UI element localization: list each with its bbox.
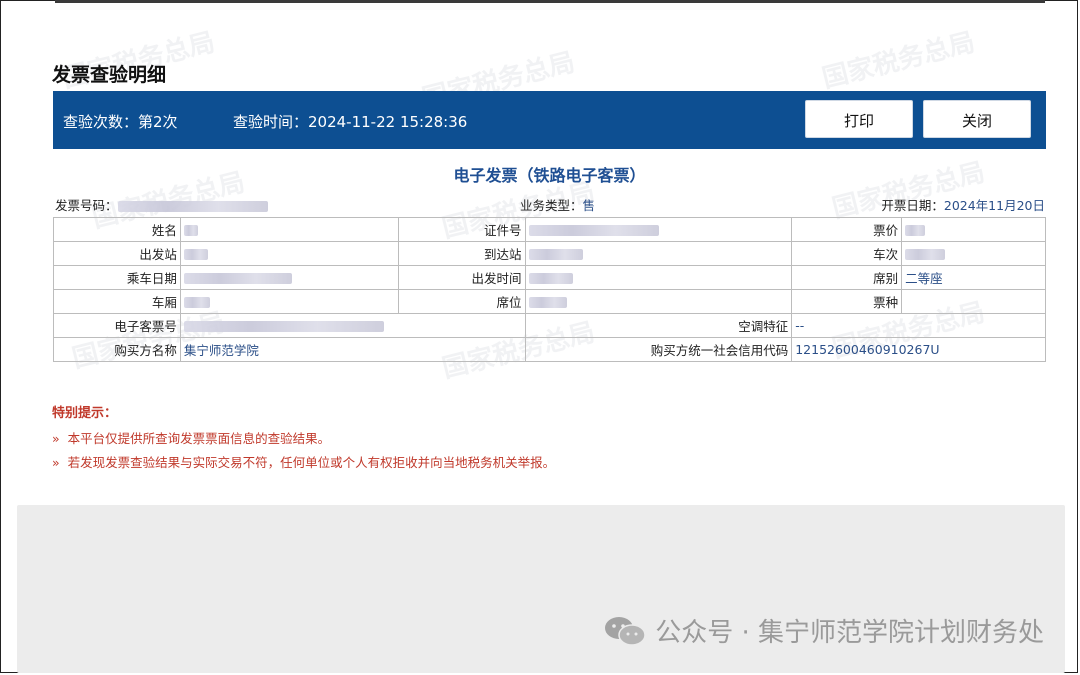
check-time: 查验时间：2024-11-22 15:28:36: [233, 113, 468, 131]
bullet-icon: »: [52, 455, 60, 470]
buyer-name-value: 集宁师范学院: [179, 337, 526, 362]
arrival-station-label: 到达站: [397, 241, 526, 266]
ac-feature-label: 空调特征: [524, 313, 793, 338]
business-type: 业务类型：售: [520, 195, 595, 214]
id-number-value: [524, 217, 793, 242]
car-value: [179, 289, 399, 314]
car-label: 车厢: [53, 289, 181, 314]
travel-date-label: 乘车日期: [53, 265, 181, 290]
seat-class-value: 二等座: [901, 265, 1046, 290]
seat-class-label: 席别: [791, 265, 903, 290]
fare-value: [901, 217, 1046, 242]
check-count: 查验次数：第2次: [63, 113, 178, 131]
notice-item: » 若发现发票查验结果与实际交易不符，任何单位或个人有权拒收并向当地税务机关举报。: [52, 452, 555, 471]
table-row: 姓名 证件号 票价: [53, 217, 1046, 242]
business-type-label: 业务类型：: [520, 198, 583, 213]
top-strip: [55, 0, 1045, 3]
print-button[interactable]: 打印: [805, 100, 913, 138]
ticket-type-label: 票种: [791, 289, 903, 314]
seat-value: [524, 289, 793, 314]
buyer-credit-code-value: 12152600460910267U: [791, 337, 1046, 362]
wechat-icon: [605, 616, 646, 646]
invoice-number-label: 发票号码：: [55, 198, 118, 213]
train-number-label: 车次: [791, 241, 903, 266]
arrival-station-value: [524, 241, 793, 266]
seat-label: 席位: [397, 289, 526, 314]
departure-time-value: [524, 265, 793, 290]
notice-item: » 本平台仅提供所查询发票票面信息的查验结果。: [52, 428, 330, 447]
issue-date-value: 2024年11月20日: [943, 198, 1045, 213]
table-row: 电子客票号 空调特征 --: [53, 313, 1046, 338]
invoice-table: 姓名 证件号 票价 出发站 到达站 车次 乘车日期 出发时间 席别 二等座 车厢…: [53, 217, 1046, 362]
business-type-value: 售: [582, 198, 596, 213]
header-bar: 查验次数：第2次 查验时间：2024-11-22 15:28:36 打印 关闭: [53, 91, 1046, 149]
bullet-icon: »: [52, 431, 60, 446]
ticket-number-value: [179, 313, 526, 338]
notice-text: 本平台仅提供所查询发票票面信息的查验结果。: [67, 431, 331, 446]
ticket-number-label: 电子客票号: [53, 313, 181, 338]
notice-text: 若发现发票查验结果与实际交易不符，任何单位或个人有权拒收并向当地税务机关举报。: [67, 455, 556, 470]
train-number-value: [901, 241, 1046, 266]
page-title: 发票查验明细: [52, 64, 167, 86]
redacted-value: [117, 201, 268, 212]
departure-station-label: 出发站: [53, 241, 181, 266]
table-row: 购买方名称 集宁师范学院 购买方统一社会信用代码 121526004609102…: [53, 337, 1046, 362]
name-value: [179, 217, 399, 242]
ticket-type-value: [901, 289, 1046, 314]
wechat-caption: 公众号 · 集宁师范学院计划财务处: [603, 612, 1044, 649]
buyer-name-label: 购买方名称: [53, 337, 181, 362]
table-row: 乘车日期 出发时间 席别 二等座: [53, 265, 1046, 290]
issue-date: 开票日期：2024年11月20日: [881, 195, 1045, 214]
table-row: 出发站 到达站 车次: [53, 241, 1046, 266]
departure-time-label: 出发时间: [397, 265, 526, 290]
travel-date-value: [179, 265, 399, 290]
wechat-caption-text: 公众号 · 集宁师范学院计划财务处: [655, 618, 1044, 648]
ac-feature-value: --: [791, 313, 1046, 338]
notice-title: 特别提示：: [52, 406, 118, 421]
invoice-number: 发票号码：: [55, 195, 268, 214]
departure-station-value: [179, 241, 399, 266]
table-row: 车厢 席位 票种: [53, 289, 1046, 314]
id-number-label: 证件号: [397, 217, 526, 242]
buyer-credit-code-label: 购买方统一社会信用代码: [524, 337, 793, 362]
name-label: 姓名: [53, 217, 181, 242]
close-button[interactable]: 关闭: [923, 100, 1031, 138]
fare-label: 票价: [791, 217, 903, 242]
issue-date-label: 开票日期：: [881, 198, 944, 213]
invoice-title: 电子发票（铁路电子客票）: [453, 166, 646, 185]
